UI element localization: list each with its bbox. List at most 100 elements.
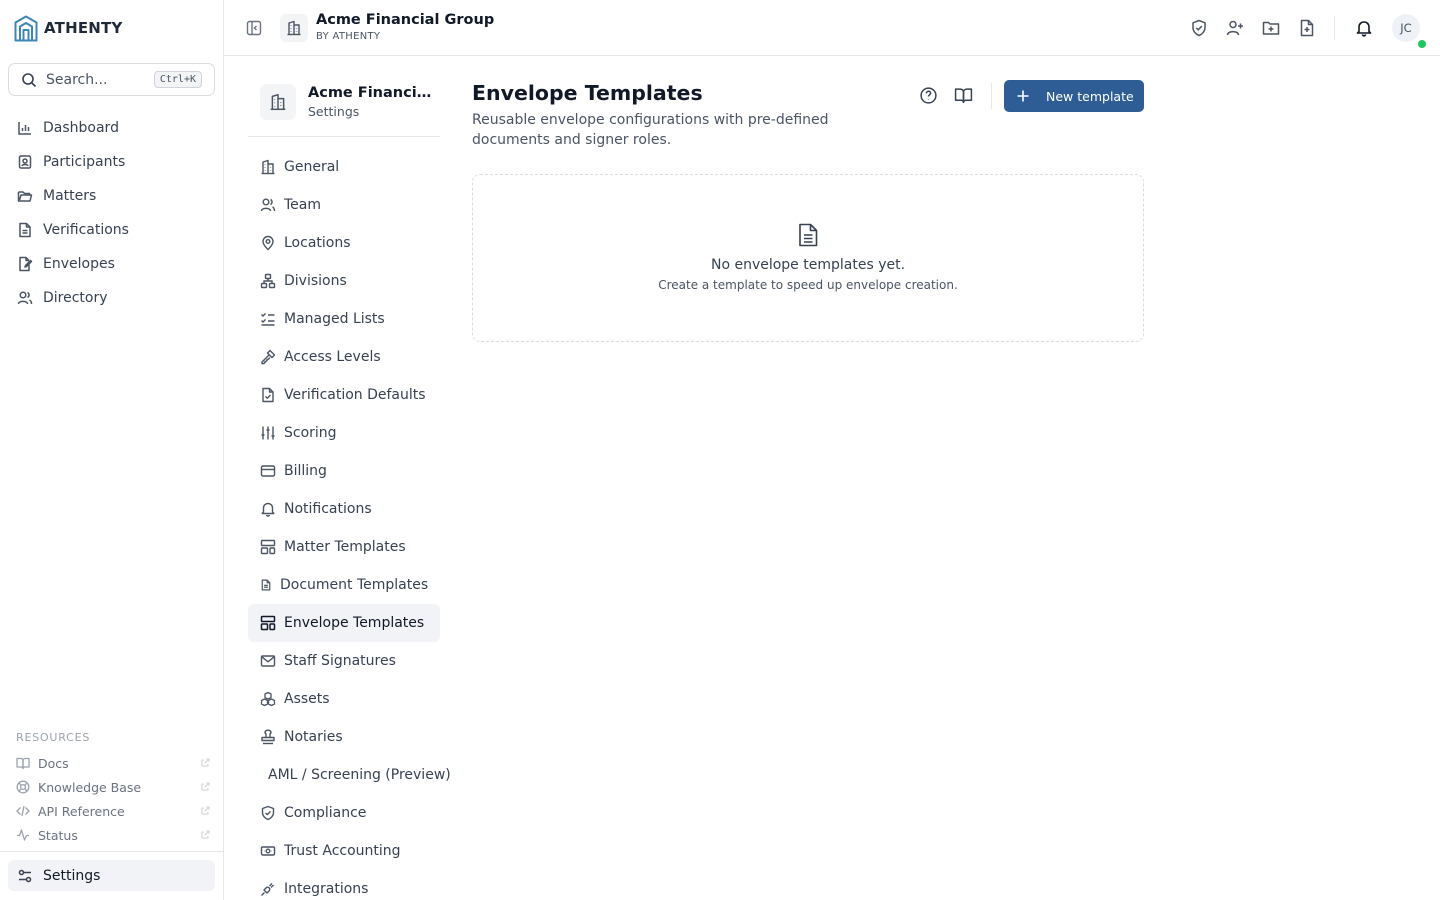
nav-item-participants[interactable]: Participants: [8, 145, 215, 179]
empty-state-subtitle: Create a template to speed up envelope c…: [658, 278, 958, 292]
resources-list: Docs Knowledge Base API Reference Status: [16, 751, 210, 847]
search-input[interactable]: Search... Ctrl+K: [8, 63, 215, 96]
search-shortcut: Ctrl+K: [153, 71, 202, 88]
settings-item-divisions[interactable]: Divisions: [248, 262, 440, 300]
settings-item-team[interactable]: Team: [248, 186, 440, 224]
add-user-icon[interactable]: [1226, 19, 1244, 37]
settings-item-envelope-templates[interactable]: Envelope Templates: [248, 604, 440, 642]
external-link-icon: [200, 830, 210, 840]
layout-template-icon: [260, 539, 276, 555]
settings-item-billing[interactable]: Billing: [248, 452, 440, 490]
organization-name[interactable]: Acme Financial Group: [316, 12, 494, 28]
settings-item-notifications[interactable]: Notifications: [248, 490, 440, 528]
network-icon: [260, 273, 276, 289]
bell-icon[interactable]: [1355, 19, 1373, 37]
settings-org-header: Acme Financial Group Settings: [248, 84, 440, 137]
settings-item-notaries[interactable]: Notaries: [248, 718, 440, 756]
file-text-icon: [797, 223, 819, 247]
file-plus-icon[interactable]: [1298, 19, 1316, 37]
id-card-icon: [17, 154, 33, 170]
bell-icon: [260, 501, 276, 517]
settings-item-label: Staff Signatures: [284, 653, 396, 669]
organization-subtitle: BY ATHENTY: [316, 31, 381, 42]
brand[interactable]: ATHENTY: [14, 14, 123, 42]
settings-item-managed-lists[interactable]: Managed Lists: [248, 300, 440, 338]
search-placeholder: Search...: [46, 71, 108, 88]
settings-item-scoring[interactable]: Scoring: [248, 414, 440, 452]
settings-item-label: Envelope Templates: [284, 615, 425, 631]
list-checks-icon: [260, 311, 276, 327]
resource-knowledge-base[interactable]: Knowledge Base: [16, 775, 210, 799]
plug-icon: [260, 881, 276, 897]
top-bar: Acme Financial Group BY ATHENTY JC: [224, 0, 1440, 56]
page-description: Reusable envelope configurations with pr…: [472, 112, 829, 148]
resource-label: Status: [38, 827, 78, 843]
new-template-label: New template: [1046, 88, 1134, 104]
document-icon: [17, 222, 33, 238]
settings-item-label: Managed Lists: [284, 311, 385, 327]
resources-heading: RESOURCES: [16, 731, 91, 744]
settings-item-verification-defaults[interactable]: Verification Defaults: [248, 376, 440, 414]
settings-item-assets[interactable]: Assets: [248, 680, 440, 718]
nav-item-label: Envelopes: [43, 256, 115, 272]
settings-item-aml-screening[interactable]: AML / Screening (Preview): [248, 756, 451, 794]
external-link-icon: [200, 806, 210, 816]
layout-template-icon: [260, 615, 276, 631]
lifebuoy-icon: [16, 780, 30, 794]
settings-item-label: Divisions: [284, 273, 347, 289]
settings-item-access-levels[interactable]: Access Levels: [248, 338, 440, 376]
resource-api-reference[interactable]: API Reference: [16, 799, 210, 823]
settings-item-label: Scoring: [284, 425, 337, 441]
user-avatar[interactable]: JC: [1392, 14, 1420, 42]
settings-item-label: Assets: [284, 691, 330, 707]
nav-item-envelopes[interactable]: Envelopes: [8, 247, 215, 281]
settings-item-staff-signatures[interactable]: Staff Signatures: [248, 642, 440, 680]
settings-item-label: Notaries: [284, 729, 343, 745]
nav-item-verifications[interactable]: Verifications: [8, 213, 215, 247]
settings-item-matter-templates[interactable]: Matter Templates: [248, 528, 440, 566]
sidebar-toggle-icon[interactable]: [246, 20, 262, 36]
settings-item-label: Integrations: [284, 881, 369, 897]
key-icon: [260, 349, 276, 365]
settings-item-integrations[interactable]: Integrations: [248, 870, 440, 900]
settings-item-label: Verification Defaults: [284, 387, 426, 403]
shield-check-icon[interactable]: [1190, 19, 1208, 37]
settings-item-label: AML / Screening (Preview): [268, 767, 451, 783]
nav-item-settings[interactable]: Settings: [8, 860, 215, 891]
activity-icon: [16, 828, 30, 842]
help-circle-icon[interactable]: [919, 86, 938, 105]
organization-icon: [280, 14, 308, 42]
resource-docs[interactable]: Docs: [16, 751, 210, 775]
nav-item-matters[interactable]: Matters: [8, 179, 215, 213]
settings-item-compliance[interactable]: Compliance: [248, 794, 440, 832]
nav-item-label: Dashboard: [43, 120, 119, 136]
file-text-icon: [260, 579, 272, 591]
online-status-dot: [1418, 40, 1426, 48]
new-template-button[interactable]: New template: [1004, 80, 1144, 112]
settings-org-subtitle: Settings: [308, 104, 360, 119]
users-icon: [260, 197, 276, 213]
settings-item-document-templates[interactable]: Document Templates: [248, 566, 440, 604]
settings-item-label: General: [284, 159, 340, 175]
page-title: Envelope Templates: [472, 81, 703, 105]
building-icon: [260, 159, 276, 175]
users-icon: [17, 290, 33, 306]
brand-name: ATHENTY: [44, 19, 123, 37]
settings-item-trust-accounting[interactable]: Trust Accounting: [248, 832, 440, 870]
banknote-icon: [260, 843, 276, 859]
settings-item-locations[interactable]: Locations: [248, 224, 440, 262]
map-pin-icon: [260, 235, 276, 251]
main-nav: Dashboard Participants Matters Verificat…: [8, 111, 215, 315]
resource-label: Docs: [38, 755, 69, 771]
nav-item-label: Participants: [43, 154, 126, 170]
nav-item-directory[interactable]: Directory: [8, 281, 215, 315]
book-open-icon[interactable]: [954, 86, 973, 105]
empty-state: No envelope templates yet. Create a temp…: [472, 174, 1144, 342]
settings-item-label: Document Templates: [280, 577, 429, 593]
organization-icon: [260, 84, 296, 120]
folder-plus-icon[interactable]: [1262, 19, 1280, 37]
resource-status[interactable]: Status: [16, 823, 210, 847]
settings-item-general[interactable]: General: [248, 148, 440, 186]
code-icon: [16, 804, 30, 818]
nav-item-dashboard[interactable]: Dashboard: [8, 111, 215, 145]
